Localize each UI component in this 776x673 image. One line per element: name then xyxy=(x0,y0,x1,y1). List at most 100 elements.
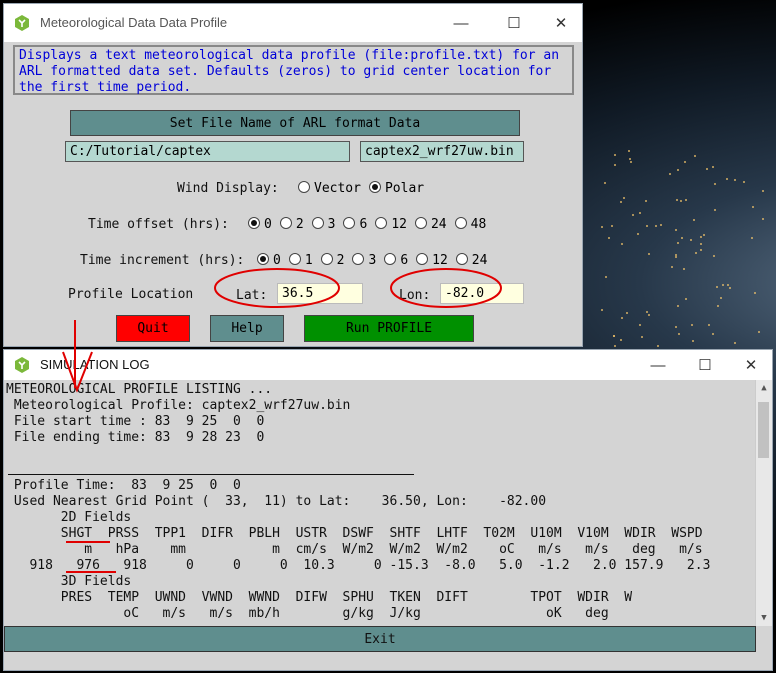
profile-location-label: Profile Location xyxy=(68,287,194,302)
wind-display-option[interactable]: Vector xyxy=(298,181,361,196)
radio-button-icon[interactable] xyxy=(416,253,429,265)
time-offset-option[interactable]: 12 xyxy=(375,217,407,232)
city-light xyxy=(692,219,695,222)
minimize-button[interactable]: — xyxy=(438,8,484,38)
radio-button-icon[interactable] xyxy=(248,217,260,229)
radio-button-icon[interactable] xyxy=(455,253,468,265)
radio-button-icon[interactable] xyxy=(375,217,388,229)
radio-button-icon[interactable] xyxy=(352,253,365,265)
city-light xyxy=(684,297,687,300)
description-text: Displays a text meteorological data prof… xyxy=(13,45,574,95)
help-button[interactable]: Help xyxy=(210,315,284,342)
scroll-up-arrow-icon[interactable]: ▲ xyxy=(756,380,772,396)
wind-display-option[interactable]: Polar xyxy=(368,181,424,196)
city-light xyxy=(754,292,757,295)
radio-button-icon[interactable] xyxy=(257,253,269,265)
city-light xyxy=(711,166,714,169)
city-light xyxy=(620,338,623,341)
time-increment-option-label: 0 xyxy=(273,253,281,268)
log-line: PRES TEMP UWND VWND WWND DIFW SPHU TKEN … xyxy=(6,590,633,605)
time-offset-group: 0 2 3 6 12 24 48 xyxy=(248,217,494,232)
log-text-area[interactable]: METEOROLOGICAL PROFILE LISTING ... Meteo… xyxy=(6,382,756,626)
city-light xyxy=(702,234,705,237)
city-light xyxy=(714,183,717,186)
log-line: Used Nearest Grid Point ( 33, 11) to Lat… xyxy=(6,494,547,509)
radio-button-icon[interactable] xyxy=(288,253,301,265)
simulation-log-window: SIMULATION LOG — ☐ ✕ METEOROLOGICAL PROF… xyxy=(3,349,773,671)
time-increment-option[interactable]: 24 xyxy=(455,253,487,268)
log-divider xyxy=(8,474,414,475)
minimize-button[interactable]: — xyxy=(635,350,681,380)
log-line: Meteorological Profile: captex2_wrf27uw.… xyxy=(6,398,351,413)
quit-button[interactable]: Quit xyxy=(116,315,190,342)
time-offset-option[interactable]: 48 xyxy=(454,217,487,232)
profile-window: Meteorological Data Data Profile — ☐ ✕ D… xyxy=(3,3,583,347)
set-file-name-button[interactable]: Set File Name of ARL format Data xyxy=(70,110,520,136)
city-light xyxy=(714,208,717,211)
city-light xyxy=(691,324,694,327)
lat-input[interactable]: 36.5 xyxy=(277,283,363,304)
log-line: 2D Fields xyxy=(6,510,132,525)
time-offset-option[interactable]: 3 xyxy=(311,217,335,232)
city-light xyxy=(676,242,679,245)
radio-button-icon[interactable] xyxy=(384,253,397,265)
log-window-titlebar[interactable]: SIMULATION LOG — ☐ ✕ xyxy=(4,350,772,380)
time-increment-option[interactable]: 3 xyxy=(352,253,376,268)
time-increment-label: Time increment (hrs): xyxy=(80,253,245,268)
lon-label: Lon: xyxy=(399,288,431,303)
city-light xyxy=(601,225,604,228)
maximize-button[interactable]: ☐ xyxy=(491,8,537,38)
radio-button-icon[interactable] xyxy=(298,181,310,193)
radio-button-icon[interactable] xyxy=(279,217,292,229)
profile-window-titlebar[interactable]: Meteorological Data Data Profile — ☐ ✕ xyxy=(4,4,582,42)
time-offset-option[interactable]: 2 xyxy=(279,217,304,232)
exit-button[interactable]: Exit xyxy=(4,626,756,652)
time-offset-option[interactable]: 6 xyxy=(343,217,367,232)
city-light xyxy=(757,330,760,333)
radio-button-icon[interactable] xyxy=(343,217,356,229)
city-light xyxy=(623,197,626,199)
radio-button-icon[interactable] xyxy=(320,253,333,265)
time-offset-option[interactable]: 0 xyxy=(248,217,272,232)
maximize-button[interactable]: ☐ xyxy=(682,350,728,380)
time-increment-option[interactable]: 6 xyxy=(384,253,408,268)
city-light xyxy=(610,224,613,227)
scroll-thumb[interactable] xyxy=(758,402,769,458)
city-light xyxy=(659,223,662,226)
time-increment-option[interactable]: 1 xyxy=(288,253,313,268)
city-light xyxy=(699,242,702,245)
radio-button-icon[interactable] xyxy=(414,217,427,229)
time-offset-option-label: 0 xyxy=(264,217,272,232)
radio-button-icon[interactable] xyxy=(311,217,324,229)
wind-display-label: Wind Display: xyxy=(177,181,279,196)
city-light xyxy=(684,199,687,202)
time-offset-option-label: 48 xyxy=(470,217,487,232)
lon-input[interactable]: -82.0 xyxy=(440,283,524,304)
log-line: File start time : 83 9 25 0 0 xyxy=(6,414,265,429)
log-scrollbar[interactable]: ▲ ▼ xyxy=(755,380,772,626)
close-button[interactable]: ✕ xyxy=(538,8,584,38)
city-light xyxy=(644,199,647,202)
radio-button-icon[interactable] xyxy=(454,217,467,229)
filename-field[interactable]: captex2_wrf27uw.bin xyxy=(360,141,524,162)
city-light xyxy=(733,342,736,345)
time-offset-option[interactable]: 24 xyxy=(414,217,447,232)
window-title: SIMULATION LOG xyxy=(40,357,150,372)
city-light xyxy=(671,265,674,268)
city-light xyxy=(762,189,765,192)
scroll-down-arrow-icon[interactable]: ▼ xyxy=(756,610,772,626)
time-increment-option[interactable]: 0 xyxy=(257,253,281,268)
radio-button-icon[interactable] xyxy=(368,181,381,193)
wind-display-option-label: Vector xyxy=(314,181,361,196)
time-increment-option-label: 1 xyxy=(304,253,313,268)
close-button[interactable]: ✕ xyxy=(728,350,774,380)
time-increment-option[interactable]: 12 xyxy=(416,253,448,268)
log-line: m hPa mm m cm/s W/m2 W/m2 W/m2 oC m/s m/… xyxy=(6,542,703,557)
directory-field[interactable]: C:/Tutorial/captex xyxy=(65,141,350,162)
run-profile-button[interactable]: Run PROFILE xyxy=(304,315,474,342)
city-light xyxy=(668,172,671,175)
time-increment-option-label: 2 xyxy=(336,253,345,268)
time-increment-option[interactable]: 2 xyxy=(320,253,345,268)
city-light xyxy=(721,284,724,287)
city-light xyxy=(613,154,616,157)
